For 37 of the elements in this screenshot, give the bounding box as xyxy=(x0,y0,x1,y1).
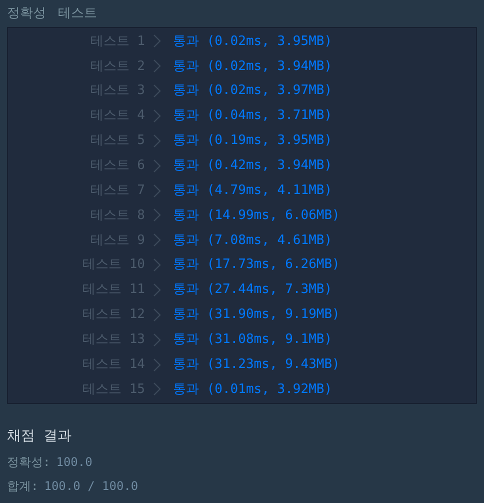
test-result: 통과 (0.02ms, 3.95MB) xyxy=(173,32,332,51)
test-result: 통과 (17.73ms, 6.26MB) xyxy=(173,256,340,274)
chevron-right-icon xyxy=(153,134,161,148)
test-result: 통과 (0.04ms, 3.71MB) xyxy=(173,107,332,126)
chevron-right-icon xyxy=(153,283,161,298)
chevron-right-icon xyxy=(153,258,161,272)
chevron-right-icon xyxy=(153,84,161,98)
test-result: 통과 (0.02ms, 3.97MB) xyxy=(173,82,332,100)
chevron-right-icon xyxy=(153,109,161,123)
section-title: 정확성 xyxy=(7,4,46,23)
test-result: 통과 (0.42ms, 3.94MB) xyxy=(173,156,332,175)
test-result: 통과 (4.79ms, 4.11MB) xyxy=(173,182,332,200)
chevron-right-icon xyxy=(153,308,161,322)
summary-value: 100.0 xyxy=(56,454,92,471)
summary-label: 정확성: xyxy=(7,454,50,471)
chevron-right-icon xyxy=(153,34,161,48)
chevron-right-icon xyxy=(153,158,161,173)
test-result: 통과 (0.02ms, 3.94MB) xyxy=(173,58,332,76)
test-result: 통과 (14.99ms, 6.06MB) xyxy=(173,206,340,225)
test-result: 통과 (31.90ms, 9.19MB) xyxy=(173,306,340,324)
test-result: 통과 (0.01ms, 3.92MB) xyxy=(173,380,332,399)
summary-label: 합계: xyxy=(7,478,38,495)
chevron-right-icon xyxy=(153,59,161,74)
chevron-right-icon xyxy=(153,233,161,248)
chevron-right-icon xyxy=(153,332,161,347)
section-subtitle: 테스트 xyxy=(58,4,97,23)
chevron-right-icon xyxy=(153,382,161,396)
test-result: 통과 (0.19ms, 3.95MB) xyxy=(173,132,332,150)
summary-value: 100.0 / 100.0 xyxy=(44,478,138,495)
chevron-right-icon xyxy=(153,358,161,372)
summary-title: 채점 결과 xyxy=(7,427,72,446)
test-result: 통과 (27.44ms, 7.3MB) xyxy=(173,281,332,300)
chevron-right-icon xyxy=(153,208,161,222)
chevron-right-icon xyxy=(153,184,161,198)
test-result: 통과 (31.08ms, 9.1MB) xyxy=(173,330,332,349)
test-result: 통과 (31.23ms, 9.43MB) xyxy=(173,356,340,374)
test-result: 통과 (7.08ms, 4.61MB) xyxy=(173,232,332,250)
